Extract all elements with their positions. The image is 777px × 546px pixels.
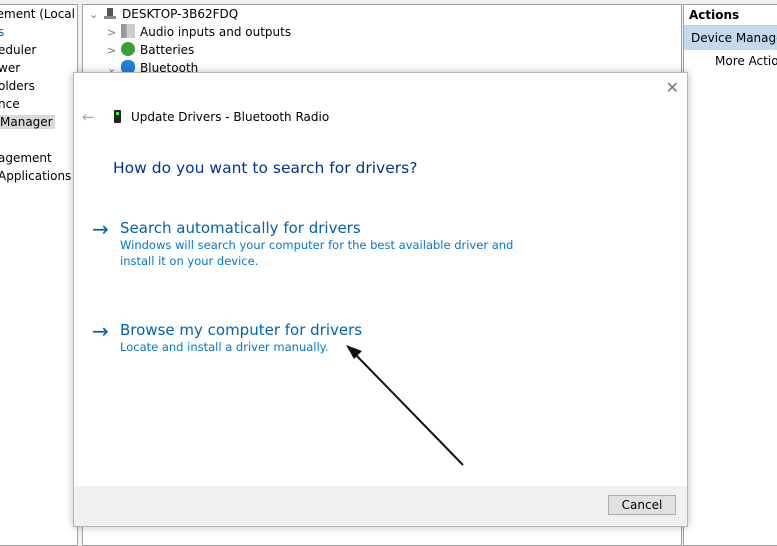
actions-section-device-manager[interactable]: Device Manager (684, 26, 777, 50)
tree-item[interactable]: agement (Local (0, 5, 77, 23)
update-drivers-dialog: ✕ ← Update Drivers - Bluetooth Radio How… (73, 72, 688, 527)
chevron-down-icon[interactable]: ⌄ (89, 6, 103, 24)
tree-root[interactable]: ⌄ DESKTOP-3B62FDQ (89, 5, 238, 23)
computer-icon (103, 6, 117, 20)
tree-item-audio[interactable]: > Audio inputs and outputs (107, 23, 291, 41)
cancel-button[interactable]: Cancel (608, 495, 676, 515)
tree-item[interactable]: s (0, 23, 77, 41)
annotation-arrow (346, 345, 464, 466)
tree-item[interactable]: Applications (0, 167, 77, 185)
actions-header: Actions (684, 5, 777, 26)
battery-icon (121, 42, 135, 56)
more-actions-link[interactable]: More Actions (684, 50, 777, 74)
tree-item[interactable]: nce (0, 95, 77, 113)
dialog-footer: Cancel (74, 486, 687, 526)
tree-item-batteries[interactable]: > Batteries (107, 41, 194, 59)
tree-item[interactable]: agement (0, 149, 77, 167)
speaker-icon (121, 24, 135, 38)
tree-item-device-manager[interactable]: Manager (0, 113, 77, 131)
tree-item (0, 131, 77, 149)
chevron-right-icon[interactable]: > (107, 42, 121, 60)
actions-panel: Actions Device Manager More Actions (683, 4, 777, 546)
chevron-right-icon[interactable]: > (107, 24, 121, 42)
tree-item[interactable]: eduler (0, 41, 77, 59)
console-tree-panel: agement (Local s eduler wer olders nce M… (0, 4, 78, 546)
tree-item[interactable]: wer (0, 59, 77, 77)
tree-item[interactable]: olders (0, 77, 77, 95)
